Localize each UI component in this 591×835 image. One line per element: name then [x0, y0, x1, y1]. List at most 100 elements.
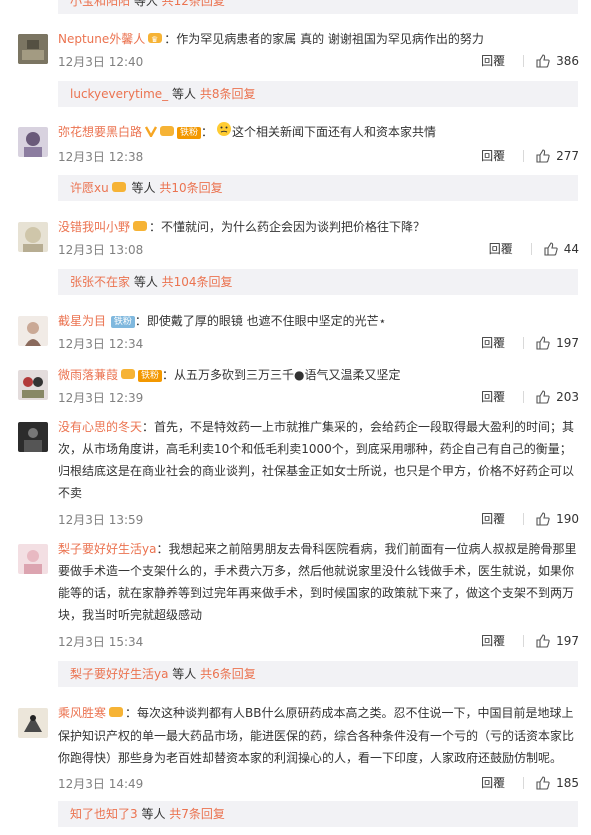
reply-text: 等人	[168, 87, 200, 101]
comment-username[interactable]: 梨子要好好生活ya	[58, 542, 156, 556]
comment-actions: 回覆 185	[481, 774, 579, 791]
divider	[523, 149, 525, 162]
like-count: 44	[563, 241, 579, 256]
vip-badge-icon	[160, 122, 176, 144]
like-count: 185	[556, 775, 579, 790]
like-count: 203	[556, 389, 579, 404]
vip-badge-icon	[133, 217, 149, 239]
reply-button[interactable]: 回覆	[489, 240, 513, 257]
comment-text: 截星为目 铁粉 ：即使戴了厚的眼镜 也遮不住眼中坚定的光芒⋆	[58, 310, 578, 332]
comment-text: 没有心思的冬天：首先，不是特效药一上市就推广集采的，会给药企一段取得最大盈利的时…	[58, 416, 578, 504]
reply-button[interactable]: 回覆	[481, 52, 505, 69]
reply-button[interactable]: 回覆	[481, 147, 505, 164]
vip-badge-icon	[121, 365, 137, 387]
divider	[530, 242, 532, 255]
comment-username[interactable]: 弥花想要黑白路	[58, 125, 142, 139]
comment-time: 12月3日 14:49	[58, 777, 144, 791]
comment-time: 12月3日 13:59	[58, 513, 144, 527]
reply-thread-summary[interactable]: luckyeverytime_ 等人 共8条回复	[58, 81, 578, 107]
comment-time: 12月3日 12:39	[58, 391, 144, 405]
reply-user[interactable]: 许愿xu	[70, 181, 109, 195]
comment-text: 梨子要好好生活ya：我想起来之前陪男朋友去骨科医院看病，我们前面有一位病人叔叔是…	[58, 538, 578, 626]
avatar[interactable]	[18, 127, 48, 157]
fan-badge: 铁粉	[138, 369, 163, 382]
divider	[523, 634, 525, 647]
like-count: 197	[556, 335, 579, 350]
like-button[interactable]: 185	[536, 776, 579, 790]
reply-count-link[interactable]: 共10条回复	[159, 181, 222, 195]
avatar[interactable]	[18, 316, 48, 346]
reply-button[interactable]: 回覆	[481, 510, 505, 527]
comment-time: 12月3日 13:08	[58, 243, 144, 257]
thinking-emoji-icon	[216, 121, 232, 144]
reply-thread-summary[interactable]: 许愿xu 等人 共10条回复	[58, 175, 578, 201]
like-button[interactable]: 190	[536, 512, 579, 526]
comment-username[interactable]: 截星为目	[58, 314, 106, 328]
comment-time: 12月3日 12:38	[58, 150, 144, 164]
comment-time: 12月3日 15:34	[58, 635, 144, 649]
divider	[523, 390, 525, 403]
reply-thread-summary[interactable]: 小宝和阳阳 等人 共12条回复	[58, 0, 578, 14]
reply-count-link[interactable]: 共104条回复	[162, 275, 233, 289]
reply-thread-summary[interactable]: 梨子要好好生活ya 等人 共6条回复	[58, 661, 578, 687]
like-button[interactable]: 203	[536, 390, 579, 404]
thumbs-up-icon	[536, 511, 550, 526]
comment-time: 12月3日 12:34	[58, 337, 144, 351]
avatar[interactable]	[18, 34, 48, 64]
reply-count-link[interactable]: 共8条回复	[200, 87, 256, 101]
reply-button[interactable]: 回覆	[481, 334, 505, 351]
reply-button[interactable]: 回覆	[481, 632, 505, 649]
reply-user[interactable]: 知了也知了3	[70, 807, 138, 821]
comment-username[interactable]: 乘风胜寒	[58, 706, 106, 720]
like-button[interactable]: 197	[536, 634, 579, 648]
reply-user[interactable]: 张张不在家	[70, 275, 130, 289]
thumbs-up-icon	[536, 775, 550, 790]
comment-username[interactable]: 微雨落蒹葭	[58, 368, 118, 382]
comment-text: 乘风胜寒 ：每次这种谈判都有人BB什么原研药成本高之类。忍不住说一下，中国目前是地…	[58, 702, 578, 769]
thumbs-up-icon	[536, 633, 550, 648]
thumbs-up-icon	[536, 148, 550, 163]
reply-user[interactable]: luckyeverytime_	[70, 87, 168, 101]
comment-actions: 回覆 197	[481, 632, 579, 649]
reply-text: 等人	[137, 807, 170, 821]
comment-username[interactable]: 没错我叫小野	[58, 220, 130, 234]
comment-actions: 回覆 203	[481, 388, 579, 405]
fan-badge: 铁粉	[110, 315, 135, 328]
comment-content: ：从五万多砍到三万三千●语气又温柔又坚定	[162, 368, 401, 382]
avatar[interactable]	[18, 370, 48, 400]
comment-content: ：作为罕见病患者的家属 真的 谢谢祖国为罕见病作出的努力	[164, 32, 484, 46]
reply-count-link[interactable]: 共12条回复	[162, 0, 225, 8]
reply-thread-summary[interactable]: 张张不在家 等人 共104条回复	[58, 269, 578, 295]
like-count: 277	[556, 148, 579, 163]
vip-badge-icon	[109, 703, 125, 725]
like-count: 386	[556, 53, 579, 68]
like-button[interactable]: 197	[536, 336, 579, 350]
reply-button[interactable]: 回覆	[481, 388, 505, 405]
comment-text: 弥花想要黑白路 铁粉：这个相关新闻下面还有人和资本家共情	[58, 121, 578, 144]
like-button[interactable]: 386	[536, 54, 579, 68]
reply-thread-summary[interactable]: 知了也知了3 等人 共7条回复	[58, 801, 578, 827]
avatar[interactable]	[18, 708, 48, 738]
avatar[interactable]	[18, 544, 48, 574]
reply-user[interactable]: 梨子要好好生活ya	[70, 667, 168, 681]
divider	[523, 336, 525, 349]
comment-content: ：不懂就问，为什么药企会因为谈判把价格往下降？	[149, 220, 426, 234]
reply-count-link[interactable]: 共7条回复	[169, 807, 225, 821]
comment-username[interactable]: Neptune外馨人	[58, 32, 145, 46]
reply-button[interactable]: 回覆	[481, 774, 505, 791]
comment-username[interactable]: 没有心思的冬天	[58, 420, 142, 434]
reply-user[interactable]: 小宝和阳阳	[70, 0, 130, 8]
reply-count-link[interactable]: 共6条回复	[200, 667, 256, 681]
like-button[interactable]: 44	[544, 242, 579, 256]
divider	[523, 776, 525, 789]
vip-badge-icon	[111, 176, 128, 202]
like-button[interactable]: 277	[536, 149, 579, 163]
reply-text: 等人	[130, 0, 162, 8]
verified-v-icon	[144, 122, 158, 144]
fan-badge: 铁粉	[177, 126, 202, 139]
comment-content: ：即使戴了厚的眼镜 也遮不住眼中坚定的光芒⋆	[134, 314, 387, 328]
divider	[523, 512, 525, 525]
avatar[interactable]	[18, 422, 48, 452]
thumbs-up-icon	[544, 241, 558, 256]
avatar[interactable]	[18, 222, 48, 252]
